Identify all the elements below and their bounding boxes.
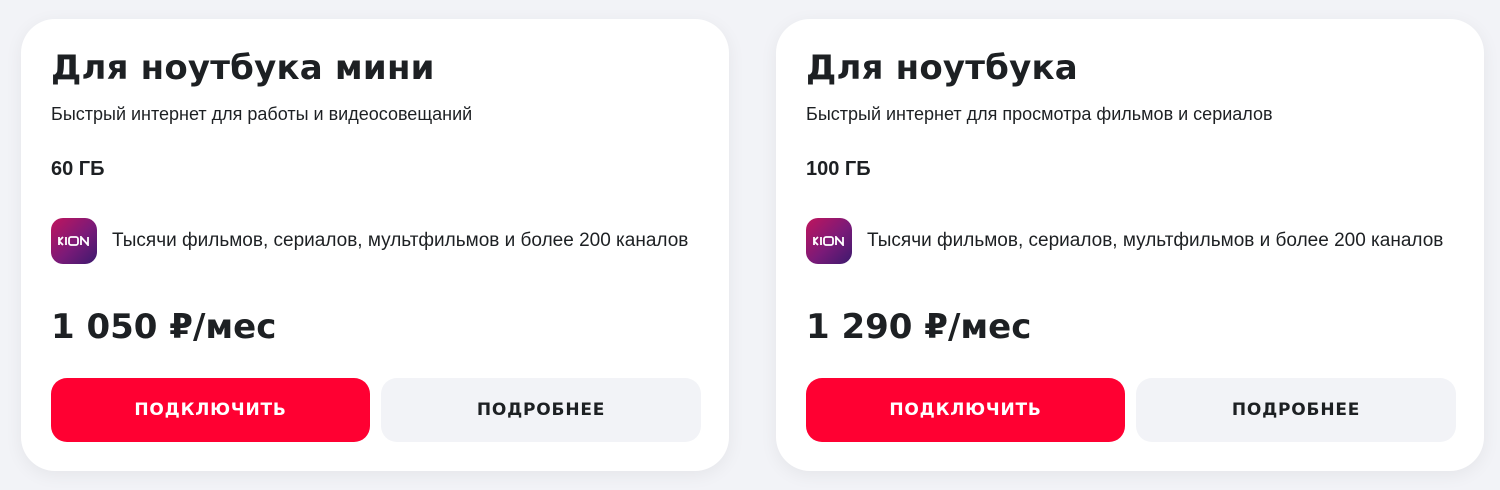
service-description: Тысячи фильмов, сериалов, мультфильмов и… (867, 230, 1444, 251)
service-description: Тысячи фильмов, сериалов, мультфильмов и… (112, 230, 689, 251)
tariff-price: 1 290 ₽/мес (806, 307, 1032, 347)
tariff-data-volume: 100 ГБ (806, 158, 871, 180)
tariff-service-kion: Тысячи фильмов, сериалов, мультфильмов и… (806, 218, 1443, 264)
kion-logo-icon (51, 218, 97, 264)
tariff-data-volume: 60 ГБ (51, 158, 105, 180)
tariff-card-laptop-mini: Для ноутбука мини Быстрый интернет для р… (21, 19, 729, 471)
details-button[interactable]: ПОДРОБНЕЕ (1136, 378, 1456, 442)
tariff-price: 1 050 ₽/мес (51, 307, 277, 347)
tariff-subtitle: Быстрый интернет для просмотра фильмов и… (806, 104, 1273, 124)
connect-button[interactable]: ПОДКЛЮЧИТЬ (51, 378, 370, 442)
tariff-subtitle: Быстрый интернет для работы и видеосовещ… (51, 104, 473, 124)
tariff-service-kion: Тысячи фильмов, сериалов, мультфильмов и… (51, 218, 688, 264)
connect-button[interactable]: ПОДКЛЮЧИТЬ (806, 378, 1125, 442)
details-button[interactable]: ПОДРОБНЕЕ (381, 378, 701, 442)
tariff-title: Для ноутбука мини (51, 48, 435, 88)
kion-logo-icon (806, 218, 852, 264)
tariff-card-laptop: Для ноутбука Быстрый интернет для просмо… (776, 19, 1484, 471)
tariff-title: Для ноутбука (806, 48, 1078, 88)
